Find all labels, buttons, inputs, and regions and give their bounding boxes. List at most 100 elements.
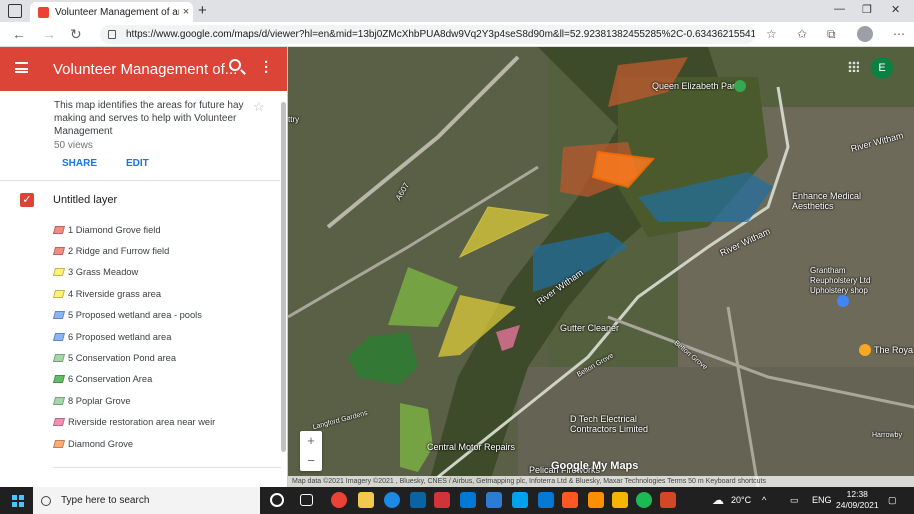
edge-icon[interactable] <box>384 492 400 508</box>
polygon-style-icon[interactable] <box>52 225 66 234</box>
feature-list-item[interactable]: 1 Diamond Grove field <box>52 219 215 240</box>
browser-menu-icon[interactable]: ⋯ <box>893 27 905 41</box>
polygon-style-icon[interactable] <box>52 311 66 320</box>
layer-checkbox[interactable]: ✓ <box>20 193 34 207</box>
place-label[interactable]: Queen Elizabeth Park <box>652 81 740 91</box>
layer-name[interactable]: Untitled layer <box>53 194 117 206</box>
place-label[interactable]: Gutter Cleaner <box>560 323 619 333</box>
window-menu-icon[interactable] <box>8 4 22 18</box>
polygon-style-icon[interactable] <box>52 268 66 277</box>
app-icon[interactable] <box>612 492 628 508</box>
map-attribution: Map data ©2021 Imagery ©2021 , Bluesky, … <box>288 476 914 487</box>
place-label[interactable]: D Tech Electrical Contractors Limited <box>570 414 648 434</box>
feature-list-item[interactable]: 6 Proposed wetland area <box>52 326 215 347</box>
zoom-in-button[interactable]: + <box>300 431 322 451</box>
map-canvas[interactable]: E Queen Elizabeth Park River Witham Rive… <box>288 47 914 487</box>
onedrive-icon[interactable] <box>512 492 528 508</box>
store-icon[interactable] <box>460 492 476 508</box>
feature-label: 8 Poplar Grove <box>68 395 131 406</box>
zoom-control: + − <box>300 431 322 471</box>
zoom-out-button[interactable]: − <box>300 451 322 471</box>
feature-list-item[interactable]: Diamond Grove <box>52 433 215 454</box>
clock-time: 12:38 <box>846 489 868 499</box>
place-label[interactable]: Enhance Medical Aesthetics <box>792 191 861 211</box>
feature-list-item[interactable]: 8 Poplar Grove <box>52 390 215 411</box>
polygon-style-icon[interactable] <box>52 289 66 298</box>
language-indicator[interactable]: ENG <box>812 495 832 505</box>
feature-list-item[interactable]: 4 Riverside grass area <box>52 283 215 304</box>
polygon-style-icon[interactable] <box>52 354 66 363</box>
bookmark-star-icon[interactable]: ☆ <box>766 27 777 41</box>
url-field[interactable]: https://www.google.com/maps/d/viewer?hl=… <box>100 25 755 44</box>
show-hidden-icons-icon[interactable]: ^ <box>762 495 766 505</box>
weather-icon[interactable]: ☁ <box>712 493 724 507</box>
app-icon[interactable] <box>588 492 604 508</box>
feature-list-item[interactable]: 5 Conservation Pond area <box>52 347 215 368</box>
collections-icon[interactable]: ⧉ <box>827 27 836 42</box>
place-label: ttry <box>288 115 300 124</box>
office-icon[interactable] <box>434 492 450 508</box>
clock-date: 24/09/2021 <box>836 500 879 510</box>
panel-scrollbar[interactable] <box>281 102 286 452</box>
profile-avatar-icon[interactable] <box>857 26 873 42</box>
spotify-icon[interactable] <box>636 492 652 508</box>
map-title: Volunteer Management of... <box>53 61 238 78</box>
edit-button[interactable]: EDIT <box>126 158 149 169</box>
taskbar-search[interactable]: Type here to search <box>33 487 260 514</box>
forward-icon[interactable]: → <box>42 26 56 42</box>
search-icon[interactable] <box>229 59 241 71</box>
place-label[interactable]: Central Motor Repairs <box>427 442 515 452</box>
maps-favicon-icon <box>38 6 49 18</box>
weather-temp[interactable]: 20°C <box>731 495 751 505</box>
back-icon[interactable]: ← <box>12 26 26 42</box>
polygon-style-icon[interactable] <box>52 332 66 341</box>
favorites-icon[interactable]: ✩ <box>797 27 807 41</box>
park-pin-icon[interactable] <box>734 80 746 92</box>
new-tab-button[interactable]: + <box>198 2 207 19</box>
apps-grid-icon[interactable] <box>848 61 859 72</box>
menu-icon[interactable] <box>15 62 28 73</box>
windows-start-icon[interactable] <box>12 495 24 507</box>
place-label[interactable]: The Roya <box>874 345 913 355</box>
tab-close-button[interactable]: × <box>179 6 193 18</box>
window-close-icon[interactable]: ✕ <box>891 3 900 16</box>
feature-label: 2 Ridge and Furrow field <box>68 246 170 257</box>
powerpoint-icon[interactable] <box>660 492 676 508</box>
polygon-style-icon[interactable] <box>52 247 66 256</box>
notifications-icon[interactable]: ▢ <box>888 495 897 506</box>
address-bar-row: ← → ↻ https://www.google.com/maps/d/view… <box>0 22 914 47</box>
chrome-icon[interactable] <box>331 492 347 508</box>
system-clock[interactable]: 12:38 24/09/2021 <box>836 489 879 511</box>
minimize-icon[interactable]: — <box>834 3 845 15</box>
app-icon[interactable] <box>538 492 554 508</box>
network-icon[interactable]: ▭ <box>790 495 799 506</box>
feature-list-item[interactable]: 5 Proposed wetland area - pools <box>52 305 215 326</box>
cortana-icon[interactable] <box>270 493 284 507</box>
polygon-style-icon[interactable] <box>52 396 66 405</box>
shop-pin-icon[interactable] <box>837 295 849 307</box>
polygon-style-icon[interactable] <box>52 418 66 427</box>
restore-icon[interactable]: ❐ <box>862 3 872 16</box>
feature-list-item[interactable]: 2 Ridge and Furrow field <box>52 240 215 261</box>
task-view-icon[interactable] <box>300 494 313 506</box>
polygon-style-icon[interactable] <box>52 375 66 384</box>
polygon-style-icon[interactable] <box>52 439 66 448</box>
place-label: Harrowby <box>872 432 902 439</box>
app-icon[interactable] <box>562 492 578 508</box>
star-icon[interactable]: ☆ <box>253 99 265 115</box>
more-options-icon[interactable]: · · · <box>264 55 269 80</box>
share-button[interactable]: SHARE <box>62 158 97 169</box>
reload-icon[interactable]: ↻ <box>70 26 82 43</box>
feature-label: 1 Diamond Grove field <box>68 224 161 235</box>
feature-list-item[interactable]: 6 Conservation Area <box>52 369 215 390</box>
restaurant-pin-icon[interactable] <box>859 344 871 356</box>
mail-icon[interactable] <box>410 492 426 508</box>
word-icon[interactable] <box>486 492 502 508</box>
feature-label: 4 Riverside grass area <box>68 288 162 299</box>
file-explorer-icon[interactable] <box>358 492 374 508</box>
place-label[interactable]: Grantham Reupholstery Ltd Upholstery sho… <box>810 266 870 296</box>
browser-tab[interactable]: Volunteer Management of areas × <box>30 2 193 22</box>
feature-list-item[interactable]: Riverside restoration area near weir <box>52 412 215 433</box>
feature-list-item[interactable]: 3 Grass Meadow <box>52 262 215 283</box>
user-avatar[interactable]: E <box>871 57 893 79</box>
